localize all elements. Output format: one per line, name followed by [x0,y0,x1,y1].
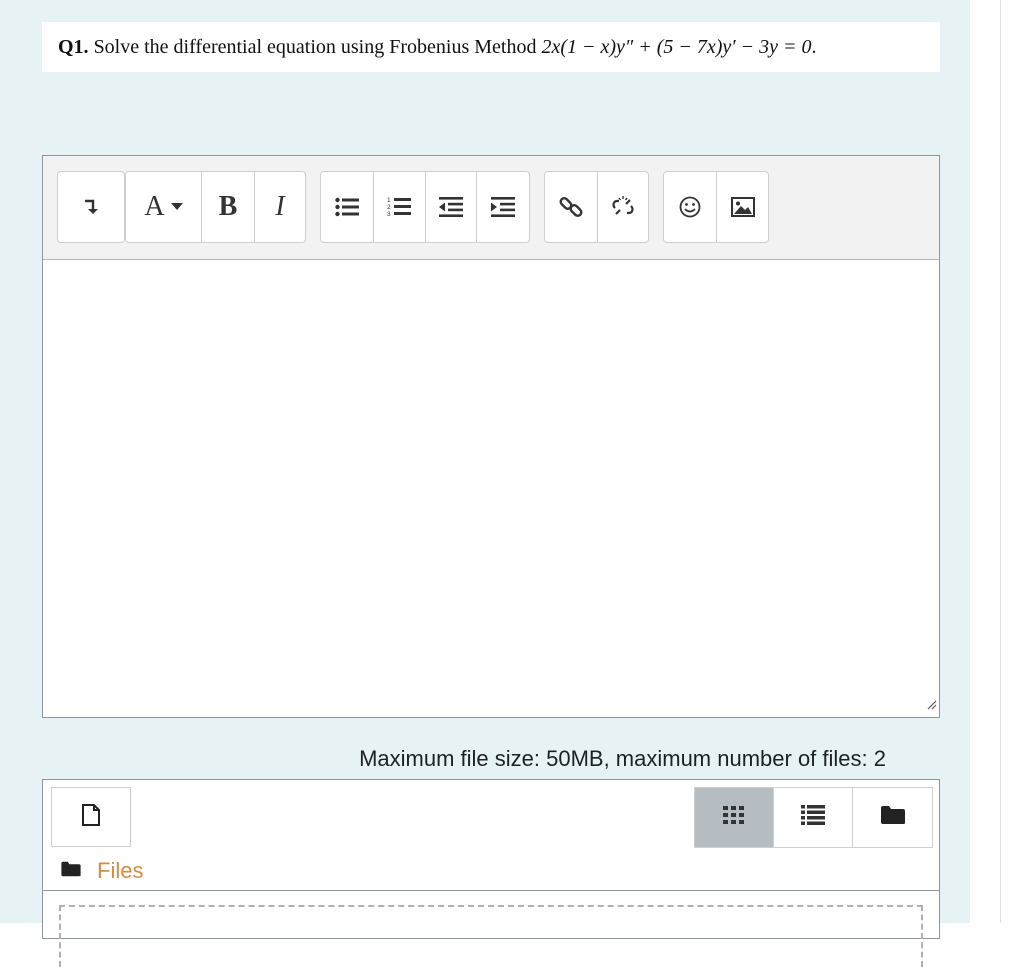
view-toggle-group [694,787,933,848]
toolbar-group-lists: 123 [320,171,530,243]
italic-label: I [275,191,285,222]
svg-text:3: 3 [387,211,391,218]
link-button[interactable] [545,172,598,242]
svg-text:2: 2 [387,204,391,211]
grid-view-icon [723,806,745,829]
question-panel: Q1. Solve the differential equation usin… [0,0,970,967]
list-view-button[interactable] [774,788,853,847]
add-file-button[interactable] [51,787,131,847]
right-divider [1000,0,1001,923]
grid-view-button[interactable] [695,788,774,847]
folder-view-button[interactable] [853,788,932,847]
list-view-icon [801,805,825,830]
toolbar-group-media [663,171,769,243]
text-style-button[interactable]: A [126,172,202,242]
toolbar-group-more [57,171,125,243]
bold-label: B [218,191,238,222]
ordered-list-button[interactable]: 123 [374,172,426,242]
image-icon [730,197,755,217]
emoji-button[interactable] [664,172,717,242]
file-drop-zone[interactable] [59,905,923,967]
caret-down-icon [170,203,183,211]
outdent-icon [438,197,463,217]
indent-icon [491,197,516,217]
show-more-buttons-button[interactable] [58,172,124,242]
editor-content-area[interactable] [43,260,939,717]
svg-text:1: 1 [387,197,391,204]
outdent-button[interactable] [426,172,478,242]
folder-view-icon [880,805,905,830]
question-number: Q1. [58,36,89,58]
resize-handle-icon[interactable] [925,697,937,715]
files-breadcrumb: Files [61,858,143,884]
italic-button[interactable]: I [255,172,305,242]
editor-toolbar: A B I 1 2 3 [43,156,939,260]
unlink-icon [611,195,635,219]
answer-editor: A B I 1 2 3 [42,155,940,718]
question-period: . [811,36,817,58]
question-body: Solve the differential equation using Fr… [88,36,542,58]
toolbar-group-links [544,171,649,243]
question-equation: 2x(1 − x)y″ + (5 − 7x)y′ − 3y = 0 [541,36,812,58]
ordered-list-icon: 123 [387,196,412,218]
file-manager: Files [42,779,940,967]
question-text: Q1. Solve the differential equation usin… [42,22,940,72]
indent-button[interactable] [477,172,529,242]
folder-icon [61,861,81,882]
files-divider [43,890,939,891]
unordered-list-button[interactable] [321,172,374,242]
bold-button[interactable]: B [202,172,255,242]
unlink-button[interactable] [598,172,648,242]
emoji-icon [679,196,701,218]
arrow-down-hook-icon [83,198,99,216]
image-button[interactable] [717,172,768,242]
link-icon [559,195,583,219]
unordered-list-icon [335,197,359,217]
file-limits-text: Maximum file size: 50MB, maximum number … [359,746,886,771]
text-style-label: A [144,191,165,222]
files-folder-link[interactable]: Files [97,858,143,884]
toolbar-group-text: A B I [125,171,306,243]
new-file-icon [81,803,101,831]
